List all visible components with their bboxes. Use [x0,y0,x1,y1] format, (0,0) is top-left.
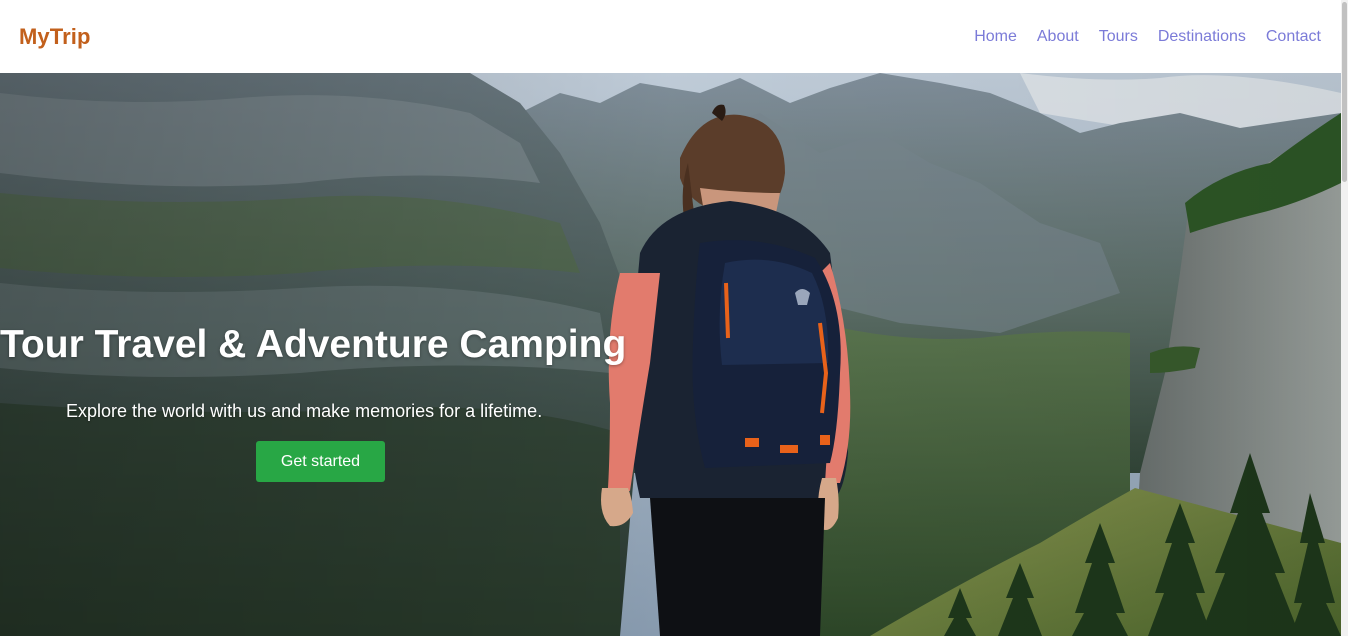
site-logo[interactable]: MyTrip [19,24,91,50]
nav-link-tours[interactable]: Tours [1099,28,1138,46]
hero-subtitle: Explore the world with us and make memor… [66,401,543,421]
nav-link-home[interactable]: Home [974,28,1017,46]
page: MyTrip Home About Tours Destinations Con… [0,0,1348,636]
nav-link-about[interactable]: About [1037,28,1079,46]
hero-title: Tour Travel & Adventure Camping [0,323,627,366]
scrollbar-thumb[interactable] [1342,2,1347,182]
hero-section: Tour Travel & Adventure Camping Explore … [0,73,1341,636]
main-nav: Home About Tours Destinations Contact [974,28,1321,46]
nav-link-contact[interactable]: Contact [1266,28,1321,46]
nav-link-destinations[interactable]: Destinations [1158,28,1246,46]
vertical-scrollbar[interactable] [1341,0,1348,636]
top-navbar: MyTrip Home About Tours Destinations Con… [0,0,1341,73]
get-started-button[interactable]: Get started [256,441,385,482]
